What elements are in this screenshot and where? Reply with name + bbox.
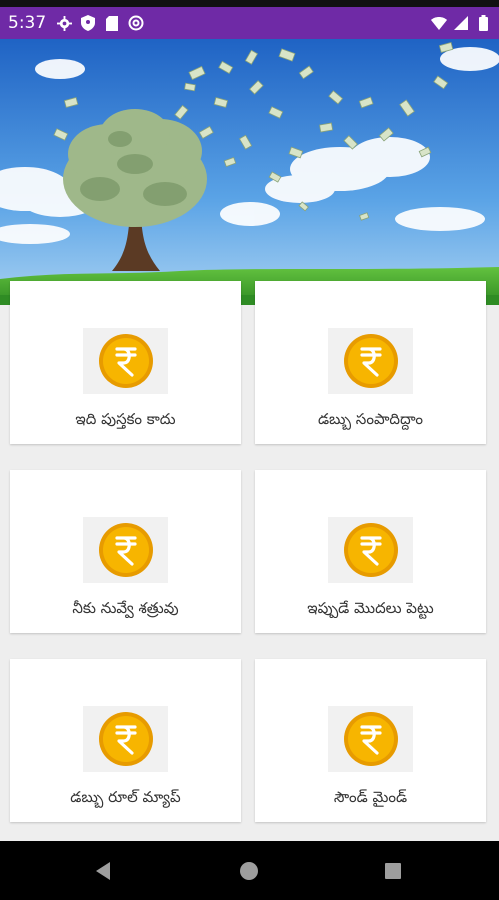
- at-sign-icon: [128, 15, 144, 31]
- coin-box: [83, 706, 168, 772]
- rupee-coin-icon: [98, 334, 153, 388]
- rupee-coin-icon: [98, 523, 153, 577]
- coin-box: [328, 328, 413, 394]
- menu-card-4[interactable]: ఇప్పుడే మొదలు పెట్టు: [255, 470, 486, 633]
- menu-card-label: సౌండ్ మైండ్: [333, 788, 408, 806]
- status-time: 5:37: [8, 13, 47, 33]
- menu-card-6[interactable]: సౌండ్ మైండ్: [255, 659, 486, 822]
- navigation-bar: [0, 841, 499, 900]
- menu-card-label: డబ్బు రూల్ మ్యాప్: [70, 788, 181, 806]
- coin-box: [83, 517, 168, 583]
- battery-icon: [475, 15, 491, 31]
- coin-box: [328, 706, 413, 772]
- menu-card-label: ఇది పుస్తకం కాదు: [75, 410, 176, 428]
- wifi-icon: [431, 15, 447, 31]
- menu-card-label: నీకు నువ్వే శత్రువు: [72, 599, 179, 617]
- recents-icon[interactable]: [381, 859, 405, 883]
- menu-card-2[interactable]: డబ్బు సంపాదిద్దాం: [255, 281, 486, 444]
- home-icon[interactable]: [237, 859, 261, 883]
- rupee-coin-icon: [343, 712, 398, 766]
- signal-icon: [453, 15, 469, 31]
- coin-box: [328, 517, 413, 583]
- status-bar: 5:37: [0, 7, 499, 39]
- menu-card-5[interactable]: డబ్బు రూల్ మ్యాప్: [10, 659, 241, 822]
- rupee-coin-icon: [343, 523, 398, 577]
- menu-grid: ఇది పుస్తకం కాదు డబ్బు సంపాదిద్దాం నీకు …: [0, 281, 499, 841]
- shield-icon: [80, 15, 96, 31]
- top-edge: [0, 0, 499, 7]
- money-tree-banner: [0, 39, 499, 305]
- coin-box: [83, 328, 168, 394]
- back-icon[interactable]: [92, 859, 116, 883]
- sd-card-icon: [104, 15, 120, 31]
- menu-card-label: డబ్బు సంపాదిద్దాం: [317, 410, 424, 428]
- rupee-coin-icon: [98, 712, 153, 766]
- rupee-coin-icon: [343, 334, 398, 388]
- money-tree-illustration: [0, 39, 499, 305]
- menu-card-3[interactable]: నీకు నువ్వే శత్రువు: [10, 470, 241, 633]
- menu-card-label: ఇప్పుడే మొదలు పెట్టు: [307, 599, 434, 617]
- menu-card-1[interactable]: ఇది పుస్తకం కాదు: [10, 281, 241, 444]
- gear-icon: [56, 15, 72, 31]
